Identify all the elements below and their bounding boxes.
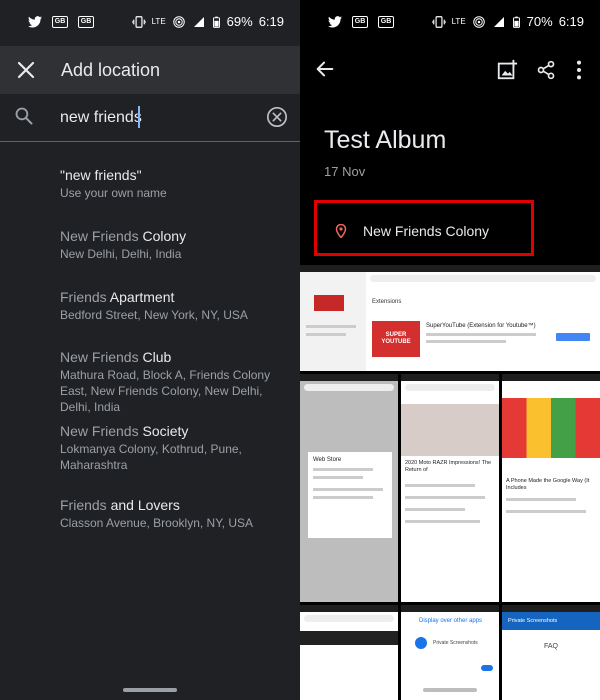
battery-icon [512,16,520,28]
result-address: Classon Avenue, Brooklyn, NY, USA [60,516,253,530]
app-bar: Add location [0,46,300,94]
list-item[interactable]: "new friends" Use your own name [60,166,292,201]
list-item[interactable]: New Friends Society Lokmanya Colony, Kot… [60,422,292,473]
thumb-text: Web Store [313,457,342,463]
signal-icon [193,16,204,27]
album-screen: GB GB LTE 70% 6:19 Test Album 17 Nov New… [300,0,600,700]
vibrate-icon [131,15,146,28]
add-location-screen: GB GB LTE 69% 6:19 Add location "new fri… [0,0,300,700]
back-arrow-icon[interactable] [314,58,336,80]
gb-icon: GB [52,16,68,28]
battery-icon [212,16,220,28]
battery-percent: 70% [526,14,553,29]
list-item[interactable]: Friends Apartment Bedford Street, New Yo… [60,288,292,323]
thumb-text: Display over other apps [419,618,483,624]
result-name: New Friends Club [60,349,172,365]
thumb-text: Private Screenshots [508,618,558,624]
gesture-nav-bar[interactable] [123,688,177,692]
gb-icon: GB [378,16,394,28]
result-name: Friends and Lovers [60,497,180,513]
clear-search-icon[interactable] [266,106,288,128]
battery-percent: 69% [226,14,253,29]
gesture-nav-bar[interactable] [423,688,477,692]
thumb-text: 2020 Moto RAZR Impressions! The Return o… [405,460,492,473]
album-location[interactable]: New Friends Colony [314,200,534,256]
more-options-icon[interactable] [574,59,584,81]
twitter-icon [28,16,42,28]
gb-icon: GB [78,16,94,28]
album-title[interactable]: Test Album [324,126,446,155]
thumb-text: FAQ [543,643,558,650]
text-cursor [138,106,140,128]
hotspot-icon [472,15,485,28]
result-name: "new friends" [60,167,142,183]
thumb-text: Extensions [372,299,402,305]
search-icon [15,107,33,125]
thumb-text: A Phone Made the Google Way (It Includes [506,478,590,491]
photo-thumbnail[interactable]: Private Screenshots FAQ [502,605,600,700]
share-icon[interactable] [536,59,556,81]
close-icon[interactable] [14,58,38,82]
thumb-logo: SUPER YOUTUBE [372,321,420,357]
twitter-icon [328,16,342,28]
signal-icon [493,16,504,27]
list-item[interactable]: New Friends Club Mathura Road, Block A, … [60,348,292,415]
thumb-dialog: Web Store [308,452,392,538]
hotspot-icon [172,15,185,28]
location-pin-icon [335,224,347,238]
photo-thumbnail[interactable]: A Phone Made the Google Way (It Includes [502,374,600,602]
status-bar: GB GB LTE 70% 6:19 [300,0,600,46]
lte-icon: LTE [151,16,166,26]
thumb-text: SuperYouTube (Extension for Youtube™) [426,323,536,329]
result-address: Lokmanya Colony, Kothrud, Pune, Maharash… [60,442,242,472]
result-name: New Friends Colony [60,228,187,244]
clock: 6:19 [558,14,584,29]
search-input[interactable] [60,106,250,130]
photo-thumbnail[interactable]: Web Store [300,374,398,602]
page-title: Add location [61,60,161,80]
vibrate-icon [431,15,446,28]
photo-thumbnail[interactable]: Display over other apps Private Screensh… [401,605,499,700]
search-bar [0,94,300,142]
result-address: Mathura Road, Block A, Friends Colony Ea… [60,368,271,414]
thumb-text: Private Screenshots [433,640,478,646]
list-item[interactable]: Friends and Lovers Classon Avenue, Brook… [60,496,292,531]
photo-thumbnail[interactable]: 2020 Moto RAZR Impressions! The Return o… [401,374,499,602]
location-label: New Friends Colony [363,223,490,239]
app-bar [300,46,600,94]
result-address: Bedford Street, New York, NY, USA [60,308,248,322]
result-address: New Delhi, Delhi, India [60,247,182,261]
photo-thumbnail[interactable]: Extensions SUPER YOUTUBE SuperYouTube (E… [366,265,600,371]
status-bar: GB GB LTE 69% 6:19 [0,0,300,46]
photo-thumbnail[interactable] [300,265,366,371]
add-photo-icon[interactable] [496,59,518,81]
gb-icon: GB [352,16,368,28]
album-date: 17 Nov [324,164,366,179]
lte-icon: LTE [451,16,466,26]
photo-thumbnail[interactable] [300,605,398,700]
result-name: New Friends Society [60,423,189,439]
list-item[interactable]: New Friends Colony New Delhi, Delhi, Ind… [60,227,292,262]
result-address: Use your own name [60,186,167,200]
result-name: Friends Apartment [60,289,175,305]
clock: 6:19 [258,14,284,29]
